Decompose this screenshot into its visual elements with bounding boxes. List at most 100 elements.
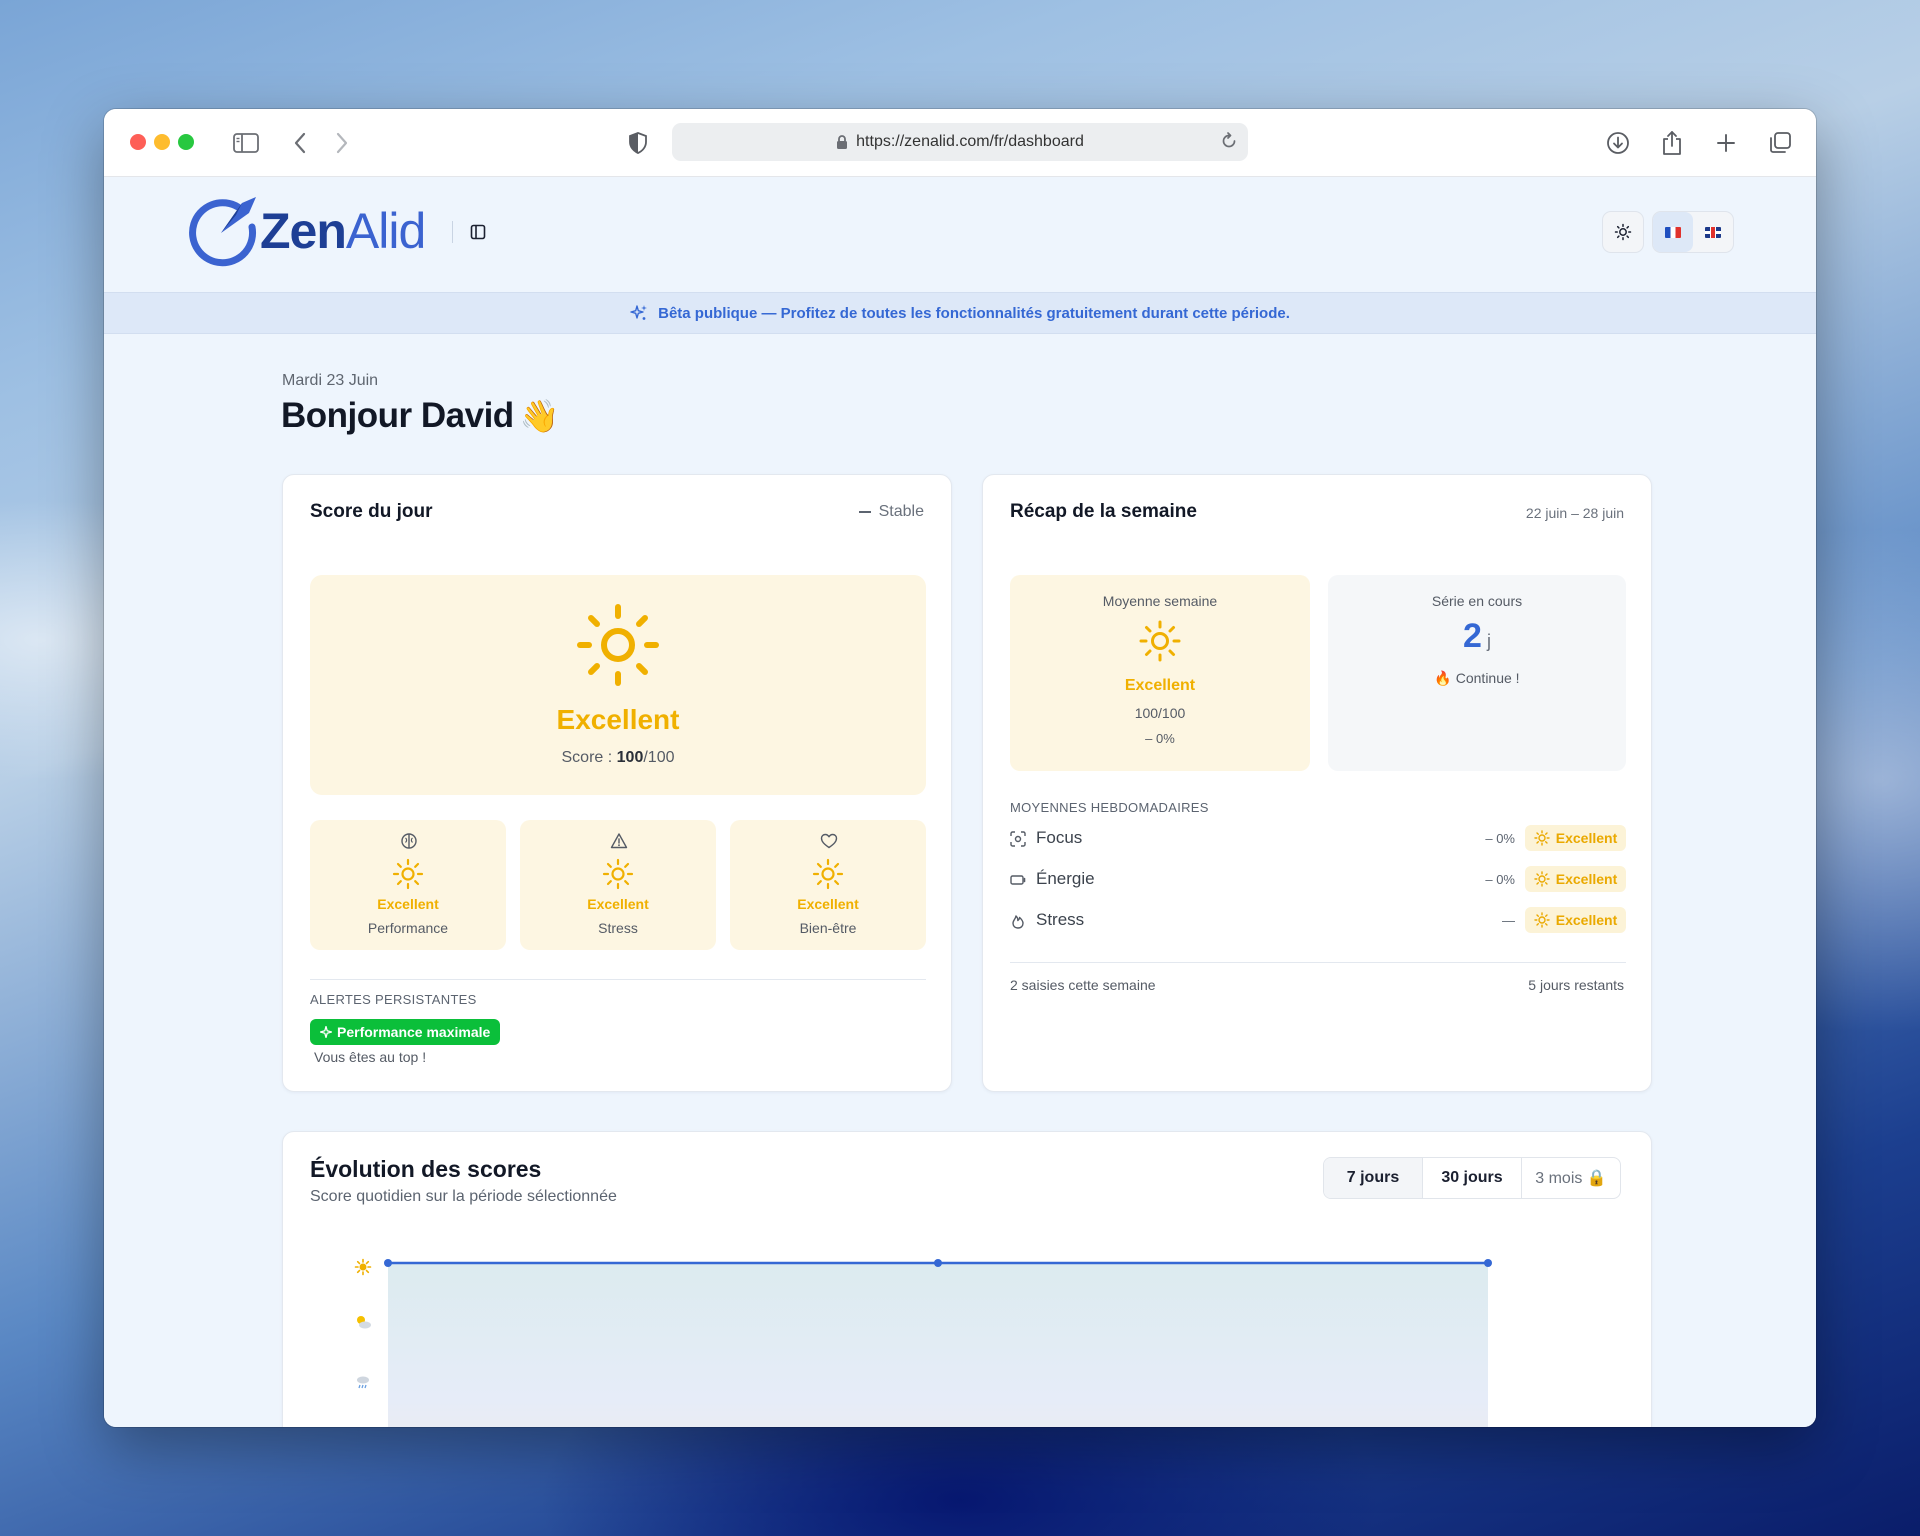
- sun-icon: [1534, 912, 1550, 928]
- sidebar-toggle-icon[interactable]: [232, 129, 260, 157]
- daily-score-card: Score du jour Stable Excellent Score : 1…: [282, 474, 952, 1092]
- weekly-row-name: Énergie: [1036, 869, 1095, 888]
- heart-icon: [820, 833, 838, 849]
- privacy-shield-icon[interactable]: [624, 129, 652, 157]
- sub-score-level: Excellent: [377, 896, 439, 912]
- share-icon[interactable]: [1658, 129, 1686, 157]
- status-badge: Excellent: [1525, 907, 1626, 933]
- score-chart: [354, 1258, 1492, 1427]
- sparkle-icon: [320, 1026, 332, 1038]
- sub-scores: Excellent Performance Excellent Stress E…: [310, 820, 926, 950]
- sun-icon: [577, 604, 659, 686]
- weekly-average-panel: Moyenne semaine Excellent 100/100 – 0%: [1010, 575, 1310, 771]
- flag-fr-icon: [1665, 226, 1681, 238]
- browser-window: https://zenalid.com/fr/dashboard ZenAlid…: [104, 109, 1816, 1427]
- brain-icon: [401, 833, 417, 849]
- close-window-button[interactable]: [130, 134, 146, 150]
- address-bar[interactable]: https://zenalid.com/fr/dashboard: [672, 123, 1248, 161]
- sidebar-toggle-button[interactable]: [466, 220, 490, 244]
- tab-overview-icon[interactable]: [1766, 129, 1794, 157]
- current-date: Mardi 23 Juin: [282, 372, 379, 389]
- minus-icon: [858, 510, 871, 513]
- header-divider: [452, 221, 453, 243]
- forward-icon[interactable]: [328, 129, 356, 157]
- beta-banner-text: Bêta publique — Profitez de toutes les f…: [658, 304, 1290, 322]
- range-7-days-button[interactable]: 7 jours: [1324, 1158, 1422, 1198]
- logo-text: ZenAlid: [260, 203, 426, 259]
- theme-sun-icon[interactable]: [1603, 212, 1643, 252]
- sub-score-level: Excellent: [797, 896, 859, 912]
- days-remaining: 5 jours restants: [1528, 977, 1624, 993]
- browser-toolbar: https://zenalid.com/fr/dashboard: [104, 109, 1816, 177]
- weekly-row-energy: Énergie – 0% Excellent: [1010, 864, 1626, 896]
- weekly-average-level: Excellent: [1124, 677, 1196, 694]
- streak-label: Série en cours: [1431, 593, 1523, 609]
- rain-icon: [357, 1376, 369, 1389]
- divider: [1010, 962, 1626, 963]
- warning-icon: [610, 833, 628, 849]
- score-hero: Excellent Score : 100/100: [310, 575, 926, 795]
- sub-score-performance[interactable]: Excellent Performance: [310, 820, 506, 950]
- focus-icon: [1010, 831, 1026, 847]
- range-30-days-button[interactable]: 30 jours: [1422, 1158, 1521, 1198]
- new-tab-icon[interactable]: [1712, 129, 1740, 157]
- weekly-recap-card: Récap de la semaine 22 juin – 28 juin Mo…: [982, 474, 1652, 1092]
- battery-icon: [1010, 875, 1026, 885]
- sub-score-stress[interactable]: Excellent Stress: [520, 820, 716, 950]
- panel-icon: [470, 224, 486, 240]
- back-icon[interactable]: [286, 129, 314, 157]
- theme-toggle[interactable]: [1602, 211, 1644, 253]
- weekly-averages-label: MOYENNES HEBDOMADAIRES: [1010, 800, 1209, 815]
- sun-icon: [392, 858, 424, 890]
- reload-icon[interactable]: [1220, 132, 1238, 155]
- sparkles-icon: [630, 305, 648, 320]
- sub-score-level: Excellent: [587, 896, 649, 912]
- evolution-subtitle: Score quotidien sur la période sélection…: [310, 1188, 617, 1205]
- sub-score-wellbeing[interactable]: Excellent Bien-être: [730, 820, 926, 950]
- lang-en-button[interactable]: [1693, 212, 1733, 252]
- url-text: https://zenalid.com/fr/dashboard: [856, 133, 1084, 150]
- trend-indicator: Stable: [858, 503, 924, 521]
- flame-icon: [1012, 915, 1024, 929]
- beta-banner: Bêta publique — Profitez de toutes les f…: [104, 292, 1816, 334]
- header-controls: [1602, 211, 1734, 253]
- sun-icon: [1534, 830, 1550, 846]
- weekly-row-delta: —: [1502, 913, 1515, 928]
- logo-mark-icon: [189, 197, 257, 267]
- page: ZenAlid Bêta publique — Profitez de tout…: [104, 177, 1816, 1427]
- weekly-average-label: Moyenne semaine: [1102, 593, 1218, 609]
- chart-point[interactable]: [384, 1259, 392, 1267]
- weekly-average-delta: – 0%: [1145, 731, 1175, 746]
- weekly-row-name: Focus: [1036, 828, 1083, 847]
- entries-count: 2 saisies cette semaine: [1010, 977, 1156, 993]
- chart-point[interactable]: [1484, 1259, 1492, 1267]
- sub-score-name: Performance: [367, 920, 449, 936]
- divider: [310, 979, 926, 980]
- minimize-window-button[interactable]: [154, 134, 170, 150]
- sun-icon: [1139, 620, 1181, 662]
- zenalid-logo[interactable]: ZenAlid: [186, 195, 426, 267]
- range-3-months-button[interactable]: 3 mois 🔒: [1521, 1158, 1620, 1198]
- alert-text: Vous êtes au top !: [314, 1049, 427, 1065]
- weekly-row-delta: – 0%: [1485, 831, 1515, 846]
- range-selector: 7 jours 30 jours 3 mois 🔒: [1323, 1157, 1621, 1199]
- streak-panel: Série en cours 2j 🔥 Continue !: [1328, 575, 1626, 771]
- zoom-window-button[interactable]: [178, 134, 194, 150]
- download-icon[interactable]: [1604, 129, 1632, 157]
- weekly-row-delta: – 0%: [1485, 872, 1515, 887]
- alerts-label: ALERTES PERSISTANTES: [310, 992, 477, 1007]
- status-badge: Excellent: [1525, 825, 1626, 851]
- weekly-row-stress: Stress — Excellent: [1010, 905, 1626, 937]
- week-range: 22 juin – 28 juin: [1525, 505, 1624, 521]
- sun-icon: [1534, 871, 1550, 887]
- page-title: Bonjour David 👋: [281, 396, 560, 435]
- sun-cloud-icon: [357, 1316, 371, 1329]
- lang-fr-button[interactable]: [1653, 212, 1693, 252]
- weekly-average-score: 100/100: [1134, 705, 1186, 721]
- streak-value: 2j: [1463, 617, 1491, 655]
- status-badge: Excellent: [1525, 866, 1626, 892]
- flag-uk-icon: [1705, 226, 1721, 238]
- sub-score-name: Stress: [598, 920, 638, 936]
- chart-point[interactable]: [934, 1259, 942, 1267]
- sun-icon: [354, 1258, 372, 1276]
